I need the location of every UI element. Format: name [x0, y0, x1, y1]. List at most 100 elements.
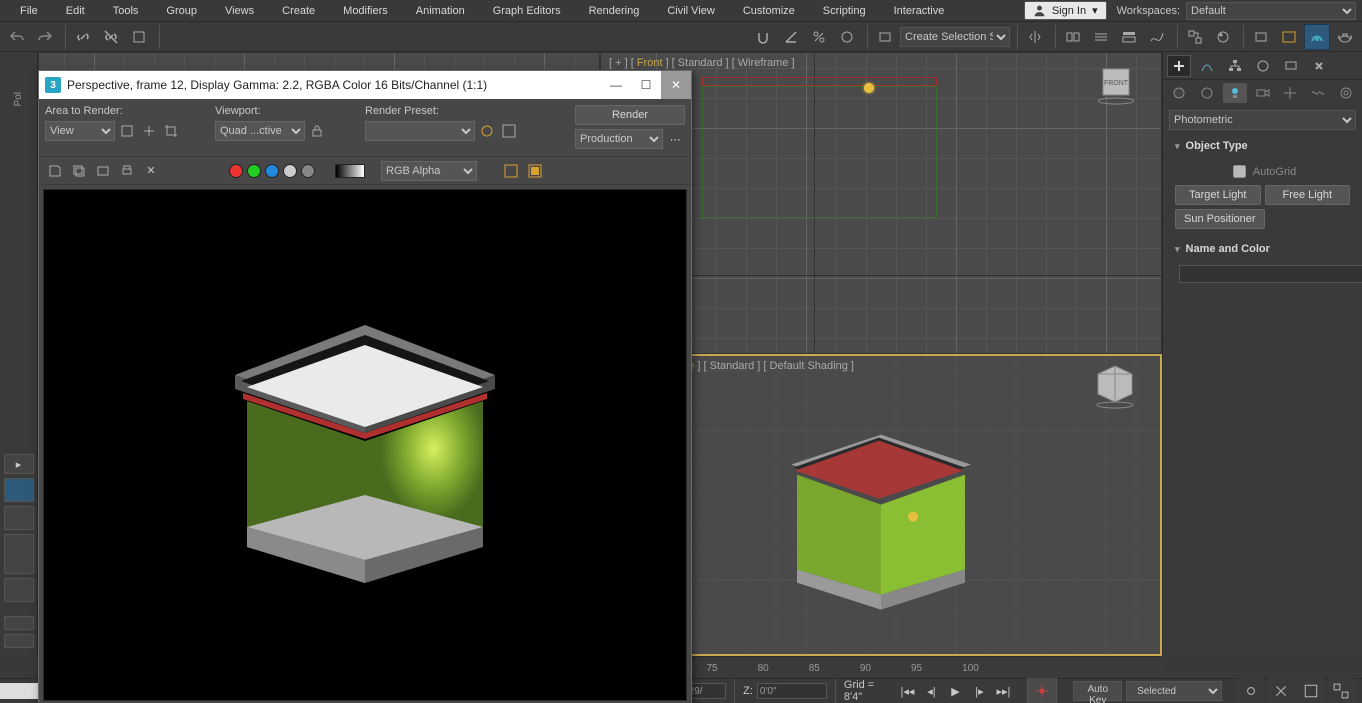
- rendered-frame-window-button[interactable]: [1276, 24, 1302, 50]
- helpers-icon[interactable]: [1278, 83, 1302, 103]
- display-tab[interactable]: [1279, 55, 1303, 77]
- lock-viewport-icon[interactable]: [307, 121, 327, 141]
- motion-tab[interactable]: [1251, 55, 1275, 77]
- sun-positioner-button[interactable]: Sun Positioner: [1175, 209, 1265, 229]
- minimize-button[interactable]: —: [601, 71, 631, 99]
- cameras-icon[interactable]: [1251, 83, 1275, 103]
- schematic-view-button[interactable]: [1182, 24, 1208, 50]
- link-button[interactable]: [70, 24, 96, 50]
- ribbon-expand-button[interactable]: ▸: [4, 454, 34, 474]
- named-selection-set[interactable]: Create Selection Se: [900, 27, 1010, 47]
- auto-region-icon[interactable]: [117, 121, 137, 141]
- geometry-icon[interactable]: [1167, 83, 1191, 103]
- spacewarps-icon[interactable]: [1306, 83, 1330, 103]
- menu-modifiers[interactable]: Modifiers: [329, 2, 402, 20]
- clone-window-icon[interactable]: [93, 161, 113, 181]
- menu-civil-view[interactable]: Civil View: [653, 2, 728, 20]
- ribbon-btn-1[interactable]: [4, 506, 34, 530]
- isolate-selection-icon[interactable]: [1238, 678, 1264, 703]
- toggle-overlay-icon[interactable]: [501, 161, 521, 181]
- object-type-rollup-header[interactable]: Object Type: [1169, 136, 1356, 156]
- menu-file[interactable]: File: [6, 2, 52, 20]
- toggle-ribbon-button[interactable]: [1116, 24, 1142, 50]
- viewcube-persp[interactable]: [1090, 360, 1140, 410]
- sign-in-button[interactable]: Sign In ▾: [1024, 1, 1107, 20]
- goto-end-button[interactable]: ▸▸|: [991, 680, 1015, 702]
- blue-channel-toggle[interactable]: [265, 164, 279, 178]
- spinner-snap-toggle[interactable]: [834, 24, 860, 50]
- create-tab[interactable]: [1167, 55, 1191, 77]
- menu-customize[interactable]: Customize: [729, 2, 809, 20]
- angle-snap-toggle[interactable]: [778, 24, 804, 50]
- menu-scripting[interactable]: Scripting: [809, 2, 880, 20]
- viewcube-front[interactable]: FRONT: [1091, 57, 1141, 107]
- save-image-icon[interactable]: [45, 161, 65, 181]
- name-color-rollup-header[interactable]: Name and Color: [1169, 239, 1356, 259]
- area-to-render-select[interactable]: View: [45, 121, 115, 141]
- undo-button[interactable]: [4, 24, 30, 50]
- render-setup-button[interactable]: [1248, 24, 1274, 50]
- menu-animation[interactable]: Animation: [402, 2, 479, 20]
- menu-create[interactable]: Create: [268, 2, 329, 20]
- render-output[interactable]: [43, 189, 687, 701]
- snap-toggle[interactable]: [750, 24, 776, 50]
- prev-frame-button[interactable]: ◂|: [919, 680, 943, 702]
- render-preset-select[interactable]: [365, 121, 475, 141]
- material-editor-button[interactable]: [1210, 24, 1236, 50]
- modify-tab[interactable]: [1195, 55, 1219, 77]
- ribbon-btn-5[interactable]: [4, 634, 34, 648]
- hierarchy-tab[interactable]: [1223, 55, 1247, 77]
- copy-image-icon[interactable]: [69, 161, 89, 181]
- menu-views[interactable]: Views: [211, 2, 268, 20]
- workspace-select[interactable]: Default: [1186, 2, 1356, 20]
- key-target-select[interactable]: Selected: [1126, 681, 1222, 701]
- bind-button[interactable]: [126, 24, 152, 50]
- toggle-ui-icon[interactable]: [525, 161, 545, 181]
- alpha-channel-toggle[interactable]: [283, 164, 297, 178]
- shapes-icon[interactable]: [1195, 83, 1219, 103]
- crop-icon[interactable]: [161, 121, 181, 141]
- auto-key-button[interactable]: Auto Key: [1073, 681, 1122, 701]
- free-light-button[interactable]: Free Light: [1265, 185, 1351, 205]
- render-iterative-icon[interactable]: ⋯: [665, 129, 685, 149]
- unlink-button[interactable]: [98, 24, 124, 50]
- ribbon-btn-4[interactable]: [4, 616, 34, 630]
- red-channel-toggle[interactable]: [229, 164, 243, 178]
- category-select[interactable]: Photometric: [1169, 110, 1356, 130]
- production-select[interactable]: Production: [575, 129, 663, 149]
- utilities-tab[interactable]: [1307, 55, 1331, 77]
- render-viewport-select[interactable]: Quad ...ctive: [215, 121, 305, 141]
- teapot-icon[interactable]: [1332, 24, 1358, 50]
- key-mode-toggle[interactable]: [1027, 676, 1057, 703]
- curve-editor-button[interactable]: [1144, 24, 1170, 50]
- systems-icon[interactable]: [1334, 83, 1358, 103]
- menu-tools[interactable]: Tools: [99, 2, 153, 20]
- menu-group[interactable]: Group: [152, 2, 211, 20]
- autogrid-checkbox[interactable]: AutoGrid: [1229, 162, 1296, 181]
- zoom-extents-icon[interactable]: [1298, 678, 1324, 703]
- z-coord-input[interactable]: [757, 683, 827, 699]
- zoom-extents-all-icon[interactable]: [1328, 678, 1354, 703]
- menu-graph-editors[interactable]: Graph Editors: [479, 2, 575, 20]
- percent-snap-toggle[interactable]: [806, 24, 832, 50]
- channel-display-select[interactable]: RGB Alpha: [381, 161, 477, 181]
- play-button[interactable]: ▶: [943, 680, 967, 702]
- clear-icon[interactable]: ✕: [141, 161, 161, 181]
- target-light-button[interactable]: Target Light: [1175, 185, 1261, 205]
- render-setup-icon[interactable]: [477, 121, 497, 141]
- close-button[interactable]: ✕: [661, 71, 691, 99]
- ribbon-quad-button[interactable]: [4, 478, 34, 502]
- green-channel-toggle[interactable]: [247, 164, 261, 178]
- menu-edit[interactable]: Edit: [52, 2, 99, 20]
- ribbon-btn-2[interactable]: [4, 534, 34, 574]
- mono-channel-toggle[interactable]: [301, 164, 315, 178]
- object-name-input[interactable]: [1179, 265, 1362, 283]
- render-button[interactable]: Render: [575, 105, 685, 125]
- ribbon-btn-3[interactable]: [4, 578, 34, 602]
- lights-icon[interactable]: [1223, 83, 1247, 103]
- edit-region-icon[interactable]: [139, 121, 159, 141]
- redo-button[interactable]: [32, 24, 58, 50]
- print-icon[interactable]: [117, 161, 137, 181]
- render-window-titlebar[interactable]: 3 Perspective, frame 12, Display Gamma: …: [39, 71, 691, 99]
- environment-icon[interactable]: [499, 121, 519, 141]
